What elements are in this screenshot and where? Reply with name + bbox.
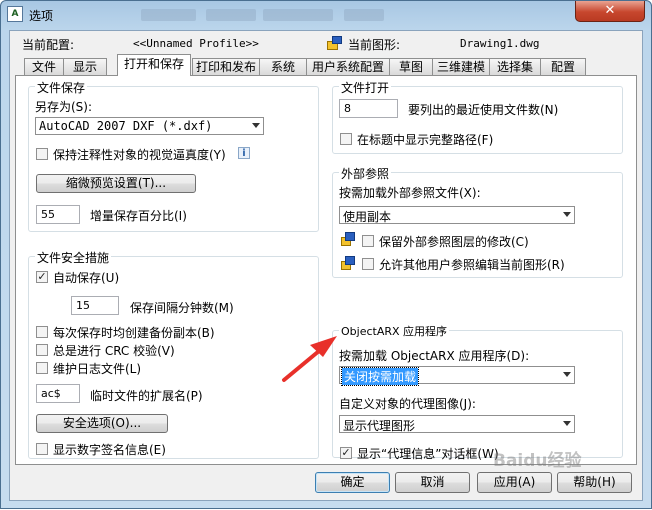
tab-open-and-save[interactable]: 打开和保存 xyxy=(117,54,191,76)
annotation-arrow xyxy=(282,336,337,382)
options-dialog: A 选项 ✕ 当前配置: <<Unnamed Profile>> 当前图形: D… xyxy=(0,0,652,509)
watermark: Baidu经验 xyxy=(493,451,582,471)
